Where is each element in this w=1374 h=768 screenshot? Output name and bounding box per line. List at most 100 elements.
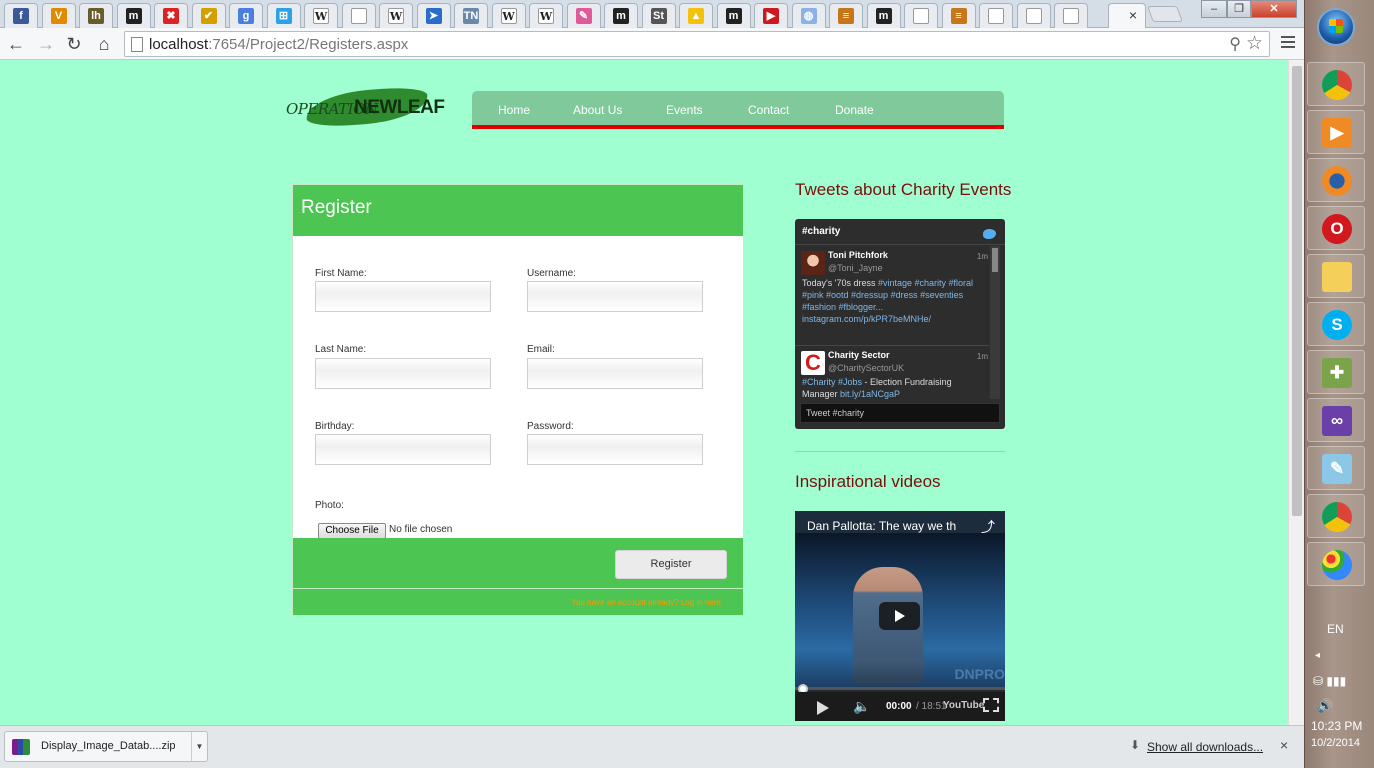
reload-icon[interactable]: ↻	[62, 32, 86, 56]
tweet-charity-button[interactable]: Tweet #charity	[800, 403, 1000, 423]
tweet-author-name[interactable]: Charity Sector	[828, 350, 890, 360]
speaker-volume-icon[interactable]: 🔊	[1317, 698, 1333, 714]
address-bar[interactable]: localhost:7654/Project2/Registers.aspx ⚲…	[124, 31, 1270, 57]
browser-tab[interactable]: m	[866, 3, 901, 28]
start-button[interactable]	[1317, 8, 1355, 46]
twitter-scroll-thumb[interactable]	[992, 248, 998, 272]
close-downloads-bar-icon[interactable]: ×	[1280, 737, 1288, 753]
browser-tab[interactable]: W	[491, 3, 526, 28]
play-icon[interactable]	[817, 701, 829, 715]
browser-tab[interactable]: g	[229, 3, 263, 28]
show-all-downloads-link[interactable]: Show all downloads...	[1147, 740, 1263, 754]
browser-tab[interactable]	[979, 3, 1013, 28]
tweet-author-handle[interactable]: @CharitySectorUK	[828, 363, 904, 373]
email-field[interactable]	[527, 358, 703, 389]
taskbar-explorer[interactable]	[1307, 254, 1365, 298]
youtube-logo-icon[interactable]: YouTube	[943, 700, 984, 711]
last-name-field[interactable]	[315, 358, 491, 389]
network-signal-icon[interactable]: ⛁ ▮▮▮	[1313, 674, 1346, 688]
browser-tab[interactable]: ▶	[754, 3, 788, 28]
birthday-field[interactable]	[315, 434, 491, 465]
charity-sector-avatar[interactable]: C	[801, 351, 825, 375]
taskbar-skype[interactable]: S	[1307, 302, 1365, 346]
show-hidden-icons-chevron-icon[interactable]: ◂	[1315, 650, 1320, 661]
browser-tab[interactable]: f	[4, 3, 38, 28]
nav-donate[interactable]: Donate	[835, 103, 874, 117]
clock-time[interactable]: 10:23 PM	[1311, 719, 1362, 733]
choose-file-button[interactable]: Choose File	[318, 523, 386, 539]
tweet-hashtag-links[interactable]: #Charity #Jobs	[802, 377, 862, 387]
bookmark-star-icon[interactable]: ☆	[1246, 32, 1263, 55]
zoom-magnifier-icon[interactable]: ⚲	[1229, 34, 1241, 54]
nav-events[interactable]: Events	[666, 103, 703, 117]
taskbar-notepad[interactable]: ✎	[1307, 446, 1365, 490]
youtube-video-player[interactable]: DNPRO Dan Pallotta: The way we th ⤴ 🔈 00…	[795, 511, 1005, 721]
browser-tab[interactable]: V	[41, 3, 76, 28]
video-title[interactable]: Dan Pallotta: The way we th	[807, 519, 956, 533]
nav-contact[interactable]: Contact	[748, 103, 789, 117]
browser-tab[interactable]: ▲	[679, 3, 713, 28]
taskbar-tools[interactable]: ✚	[1307, 350, 1365, 394]
taskbar-media-player[interactable]: ▶	[1307, 110, 1365, 154]
close-window-button[interactable]: ✕	[1251, 0, 1297, 18]
browser-tab[interactable]: ✔	[191, 3, 226, 28]
password-field[interactable]	[527, 434, 703, 465]
browser-tab[interactable]: m	[604, 3, 638, 28]
close-tab-icon[interactable]: ×	[1129, 7, 1137, 23]
twitter-hashtag-title[interactable]: #charity	[802, 226, 840, 237]
video-progress-bar[interactable]	[795, 687, 1005, 690]
browser-tab[interactable]: W	[304, 3, 338, 28]
login-link[interactable]: You have an account already? Log in here	[571, 598, 721, 607]
address-url[interactable]: localhost:7654/Project2/Registers.aspx	[149, 36, 408, 53]
taskbar-chrome-2[interactable]	[1307, 494, 1365, 538]
language-indicator[interactable]: EN	[1327, 622, 1344, 636]
share-icon[interactable]: ⤴	[981, 517, 995, 537]
browser-tab[interactable]: ≡	[829, 3, 863, 28]
browser-tab[interactable]: W	[529, 3, 563, 28]
taskbar-firefox[interactable]	[1307, 158, 1365, 202]
twitter-scrollbar[interactable]	[990, 246, 1000, 399]
browser-tab[interactable]: ✖	[154, 3, 188, 28]
play-button-icon[interactable]	[879, 602, 920, 630]
browser-tab[interactable]: St	[641, 3, 676, 28]
browser-tab[interactable]	[1016, 3, 1051, 28]
minimize-window-button[interactable]: –	[1201, 0, 1227, 18]
tweet-author-name[interactable]: Toni Pitchfork	[828, 250, 888, 260]
username-field[interactable]	[527, 281, 703, 312]
avatar[interactable]	[801, 251, 825, 275]
tweet-time[interactable]: 1m	[977, 252, 988, 261]
download-filename[interactable]: Display_Image_Datab....zip	[41, 740, 176, 752]
forward-arrow-icon[interactable]: →	[34, 32, 58, 56]
browser-tab[interactable]: ◍	[791, 3, 826, 28]
operation-newleaf-logo[interactable]: OPERATION NEWLEAF	[284, 85, 446, 130]
tweet-item[interactable]: C Charity Sector @CharitySectorUK 1m #Ch…	[800, 345, 988, 400]
register-submit-button[interactable]: Register	[615, 550, 727, 579]
first-name-field[interactable]	[315, 281, 491, 312]
volume-icon[interactable]: 🔈	[853, 698, 870, 715]
browser-tab[interactable]: m	[116, 3, 151, 28]
tweet-item[interactable]: Toni Pitchfork @Toni_Jayne 1m Today's '7…	[800, 245, 988, 345]
download-item[interactable]: Display_Image_Datab....zip ▼	[4, 731, 208, 762]
browser-tab[interactable]: m	[716, 3, 751, 28]
nav-about-us[interactable]: About Us	[573, 103, 622, 117]
nav-home[interactable]: Home	[498, 103, 530, 117]
taskbar-visual-studio[interactable]: ∞	[1307, 398, 1365, 442]
page-scroll-thumb[interactable]	[1292, 66, 1302, 516]
browser-tab[interactable]: ➤	[416, 3, 451, 28]
browser-tab[interactable]: TN	[454, 3, 488, 28]
clock-date[interactable]: 10/2/2014	[1311, 737, 1360, 749]
taskbar-chrome[interactable]	[1307, 62, 1365, 106]
tweet-time[interactable]: 1m	[977, 352, 988, 361]
twitter-bird-icon[interactable]	[983, 229, 996, 239]
browser-tab[interactable]: ✎	[566, 3, 601, 28]
tweet-url-link[interactable]: bit.ly/1aNCgaP	[840, 389, 900, 399]
browser-tab[interactable]	[1054, 3, 1088, 28]
restore-window-button[interactable]: ❐	[1227, 0, 1251, 18]
browser-tab[interactable]: lh	[79, 3, 113, 28]
chrome-menu-icon[interactable]	[1278, 33, 1298, 53]
browser-tab[interactable]: ≡	[941, 3, 976, 28]
page-vertical-scrollbar[interactable]	[1288, 60, 1304, 725]
active-browser-tab[interactable]: ×	[1108, 3, 1146, 29]
tweet-author-handle[interactable]: @Toni_Jayne	[828, 263, 883, 273]
fullscreen-icon[interactable]	[983, 698, 999, 712]
